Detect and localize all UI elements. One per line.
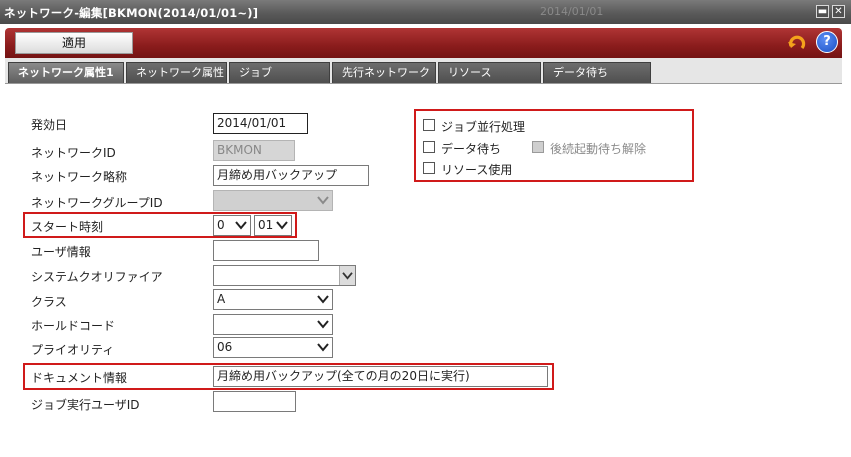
effective-date-label: 発効日 <box>31 118 68 132</box>
start-time-hour-select[interactable]: 0 <box>213 215 251 236</box>
release-successor-checkbox <box>532 141 544 153</box>
document-info-input[interactable]: 月締め用バックアップ(全ての月の20日に実行) <box>213 366 548 387</box>
job-class-select[interactable]: A <box>213 289 333 310</box>
data-wait-checkbox[interactable] <box>423 141 435 153</box>
tab-resources[interactable]: リソース <box>438 62 541 83</box>
apply-button[interactable]: 適用 <box>15 32 133 54</box>
priority-value: 06 <box>217 340 233 354</box>
close-button[interactable]: ✕ <box>832 5 845 18</box>
effective-date-input[interactable]: 2014/01/01 <box>213 113 308 134</box>
window-title: ネットワーク-編集[BKMON(2014/01/01~)] <box>4 6 259 20</box>
start-time-minute-value: 01 <box>258 218 274 232</box>
network-group-id-select <box>213 190 333 211</box>
network-id-input: BKMON <box>213 140 295 161</box>
priority-select[interactable]: 06 <box>213 337 333 358</box>
parallel-job-label: ジョブ並行処理 <box>441 120 526 134</box>
window-titlebar: ネットワーク-編集[BKMON(2014/01/01~)] 2014/01/01… <box>0 0 851 24</box>
start-time-minute-select[interactable]: 01 <box>254 215 292 236</box>
use-resource-label: リソース使用 <box>441 163 513 177</box>
system-qualifier-dropdown-button[interactable] <box>339 266 355 285</box>
chevron-down-icon <box>342 272 353 280</box>
chevron-down-icon <box>317 343 329 352</box>
job-exec-user-id-label: ジョブ実行ユーザID <box>31 398 140 412</box>
chevron-down-icon <box>317 196 329 205</box>
form-panel: 発効日 2014/01/01 ネットワークID BKMON ネットワーク略称 月… <box>5 84 842 452</box>
tab-network-attr-2[interactable]: ネットワーク属性2 <box>126 62 227 98</box>
toolbar: 適用 ? <box>5 28 842 58</box>
chevron-down-icon <box>235 221 247 230</box>
refresh-icon[interactable] <box>787 33 807 53</box>
job-exec-user-id-input[interactable] <box>213 391 296 412</box>
hold-code-select[interactable] <box>213 314 333 335</box>
tab-bar: ネットワーク属性1 ネットワーク属性2 ジョブ 先行ネットワーク リソース デー… <box>5 58 842 98</box>
start-time-hour-value: 0 <box>217 218 225 232</box>
priority-label: プライオリティ <box>31 343 115 357</box>
use-resource-checkbox[interactable] <box>423 162 435 174</box>
hold-code-label: ホールドコード <box>31 319 116 333</box>
chevron-down-icon <box>317 320 329 329</box>
user-info-input[interactable] <box>213 240 319 261</box>
minimize-button[interactable]: ▬ <box>816 5 829 18</box>
system-qualifier-label: システムクオリファイア <box>31 270 163 284</box>
chevron-down-icon <box>276 221 288 230</box>
data-wait-label: データ待ち <box>441 142 502 156</box>
user-info-label: ユーザ情報 <box>31 245 91 259</box>
network-short-name-input[interactable]: 月締め用バックアップ <box>213 165 369 186</box>
parallel-job-checkbox[interactable] <box>423 119 435 131</box>
system-qualifier-select[interactable] <box>213 265 356 286</box>
release-successor-label: 後続起動待ち解除 <box>550 142 647 156</box>
tab-predecessor-network[interactable]: 先行ネットワーク <box>332 62 436 83</box>
network-group-id-label: ネットワークグループID <box>31 196 163 210</box>
tab-data-wait[interactable]: データ待ち <box>543 62 651 83</box>
network-short-name-label: ネットワーク略称 <box>31 170 128 184</box>
window-title-ghost-text: 2014/01/01 <box>540 5 604 18</box>
help-icon[interactable]: ? <box>816 31 838 53</box>
tab-jobs[interactable]: ジョブ <box>229 62 330 83</box>
tab-network-attr-1[interactable]: ネットワーク属性1 <box>8 62 124 83</box>
job-class-value: A <box>217 292 226 306</box>
start-time-label: スタート時刻 <box>31 220 104 234</box>
document-info-label: ドキュメント情報 <box>31 371 128 385</box>
network-id-label: ネットワークID <box>31 146 116 160</box>
job-class-label: クラス <box>31 295 67 309</box>
chevron-down-icon <box>317 295 329 304</box>
